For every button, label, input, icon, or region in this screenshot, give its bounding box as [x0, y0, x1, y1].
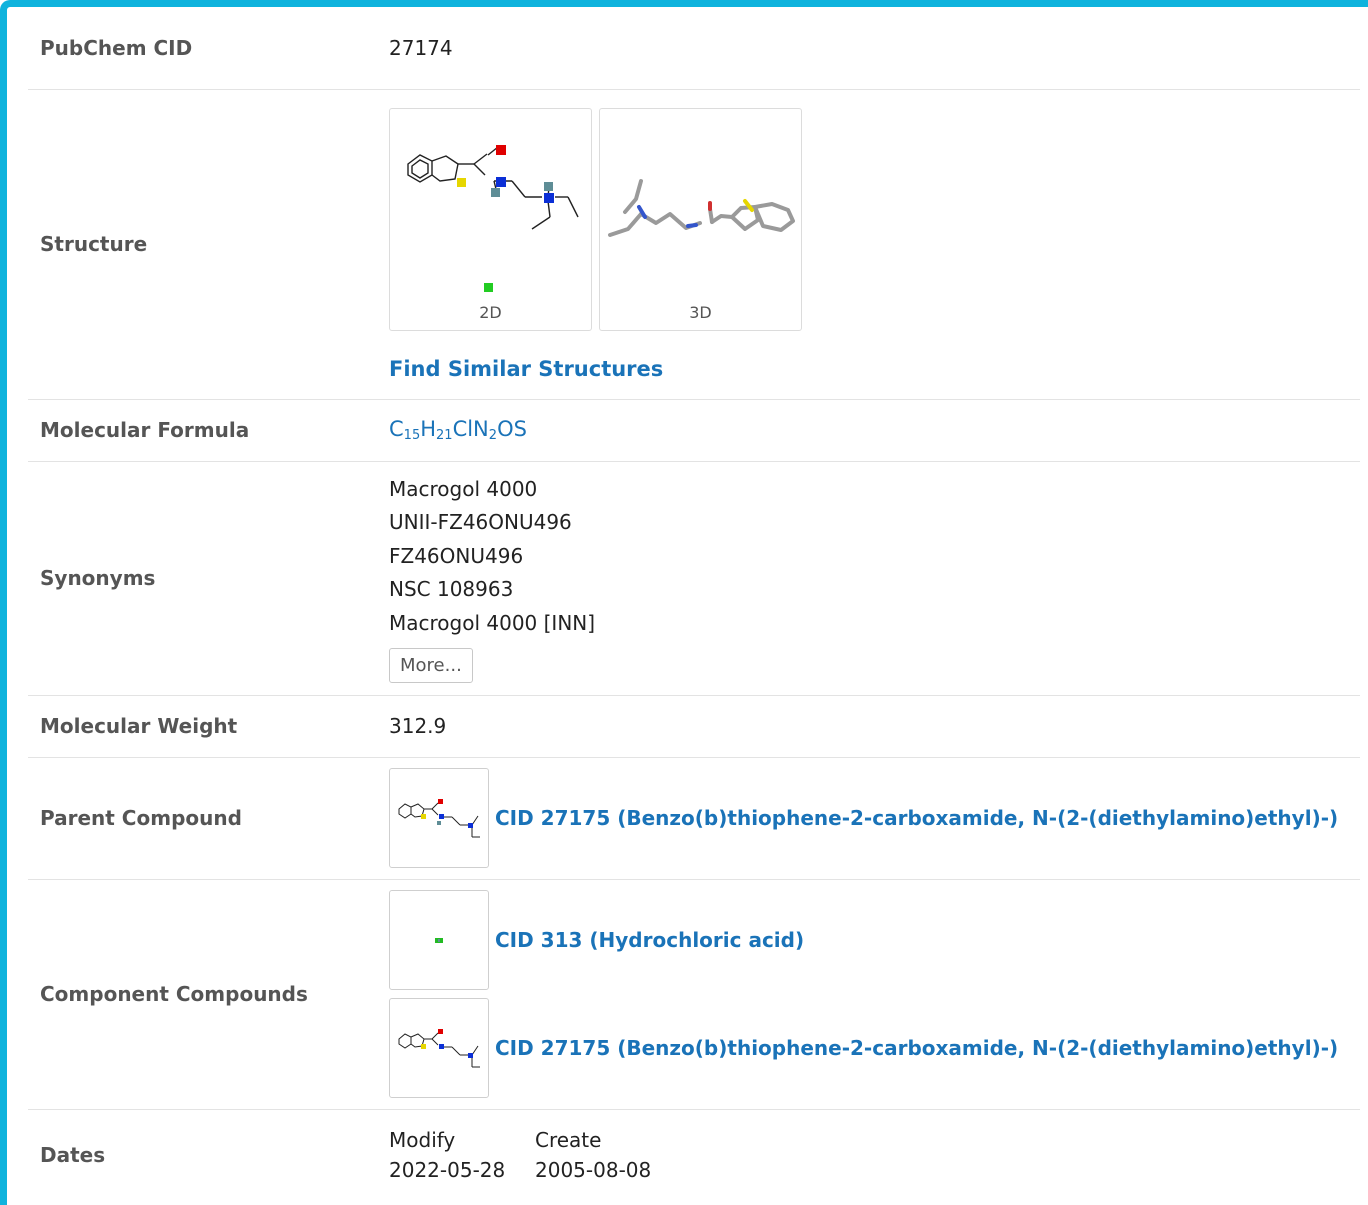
synonyms-list: Macrogol 4000 UNII-FZ46ONU496 FZ46ONU496… [389, 473, 1360, 641]
modify-date: 2022-05-28 [389, 1158, 506, 1183]
formula-link[interactable]: C15H21ClN2OS [389, 417, 527, 443]
synonym-item: NSC 108963 [389, 577, 514, 602]
parent-compound-entry: CID 27175 (Benzo(b)thiophene-2-carboxami… [389, 768, 1360, 868]
molecular-weight-value: 312.9 [389, 695, 1360, 758]
formula-h: H [420, 417, 437, 441]
create-date: 2005-08-08 [535, 1158, 652, 1183]
hcl-structure-thumb [435, 938, 443, 943]
formula-os: OS [497, 417, 527, 441]
component-structure-thumb [398, 1029, 480, 1068]
component-compounds-cell: CID 313 (Hydrochloric acid) CID 27175 (B… [389, 879, 1360, 1110]
parent-compound-label: Parent Compound [28, 757, 389, 880]
component-entry: CID 313 (Hydrochloric acid) [389, 890, 1360, 990]
dates-row: Dates Modify Create 2022-05-28 2005-08-0… [28, 1109, 1360, 1201]
structure-3d-caption: 3D [689, 302, 712, 322]
component-compounds-row: Component Compounds CID 313 (Hydrochlori… [28, 879, 1360, 1110]
component-thumbnail[interactable] [389, 998, 489, 1098]
formula-cln: ClN [452, 417, 489, 441]
formula-h-count: 21 [436, 428, 453, 443]
cid-label: PubChem CID [28, 7, 389, 90]
parent-compound-row: Parent Compound CID 27175 (Benzo(b)thiop… [28, 757, 1360, 880]
create-header: Create [535, 1128, 602, 1153]
synonyms-cell: Macrogol 4000 UNII-FZ46ONU496 FZ46ONU496… [389, 461, 1360, 696]
structure-3d-tab[interactable]: 3D [599, 107, 802, 331]
dates-cell: Modify Create 2022-05-28 2005-08-08 [389, 1109, 1360, 1201]
parent-compound-thumbnail[interactable] [389, 768, 489, 868]
structure-row: Structure 2D 3D Find Similar Structures [28, 89, 1360, 400]
synonym-item: UNII-FZ46ONU496 [389, 510, 572, 535]
synonym-item: Macrogol 4000 [389, 476, 538, 501]
structure-3d-image [608, 178, 795, 237]
find-similar-structures-link[interactable]: Find Similar Structures [389, 357, 663, 381]
molecular-weight-label: Molecular Weight [28, 695, 389, 758]
formula-c: C [389, 417, 404, 441]
formula-c-count: 15 [403, 428, 421, 443]
synonym-item: Macrogol 4000 [INN] [389, 610, 596, 635]
structure-2d-caption: 2D [479, 302, 502, 322]
parent-compound-link[interactable]: CID 27175 (Benzo(b)thiophene-2-carboxami… [495, 806, 1338, 830]
formula-cell: C15H21ClN2OS [389, 399, 1360, 462]
synonyms-label: Synonyms [28, 461, 389, 696]
modify-header: Modify [389, 1128, 456, 1153]
formula-row: Molecular Formula C15H21ClN2OS [28, 399, 1360, 462]
component-link[interactable]: CID 27175 (Benzo(b)thiophene-2-carboxami… [495, 1036, 1338, 1060]
parent-structure-thumb [398, 799, 480, 838]
structure-cell: 2D 3D Find Similar Structures [389, 89, 1360, 400]
cid-value: 27174 [389, 7, 1360, 90]
component-compounds-label: Component Compounds [28, 879, 389, 1110]
molecular-weight-row: Molecular Weight 312.9 [28, 695, 1360, 758]
structure-2d-tab[interactable]: 2D [389, 107, 592, 331]
structure-2d-image [407, 144, 579, 292]
compound-summary-table: PubChem CID 27174 Structure 2D 3D Find S… [28, 7, 1360, 1201]
parent-compound-cell: CID 27175 (Benzo(b)thiophene-2-carboxami… [389, 757, 1360, 880]
formula-label: Molecular Formula [28, 399, 389, 462]
formula-n-count: 2 [488, 428, 498, 443]
synonyms-row: Synonyms Macrogol 4000 UNII-FZ46ONU496 F… [28, 461, 1360, 696]
component-entry: CID 27175 (Benzo(b)thiophene-2-carboxami… [389, 998, 1360, 1098]
structure-label: Structure [28, 89, 389, 400]
dates-label: Dates [40, 1143, 106, 1168]
dates-grid: Modify Create 2022-05-28 2005-08-08 [389, 1128, 1360, 1182]
structure-images: 2D 3D [389, 107, 1360, 331]
synonyms-more-button[interactable]: More... [389, 648, 473, 684]
component-thumbnail[interactable] [389, 890, 489, 990]
cid-row: PubChem CID 27174 [28, 7, 1360, 90]
synonym-item: FZ46ONU496 [389, 543, 524, 568]
component-link[interactable]: CID 313 (Hydrochloric acid) [495, 928, 804, 952]
component-spacer [389, 990, 1360, 998]
